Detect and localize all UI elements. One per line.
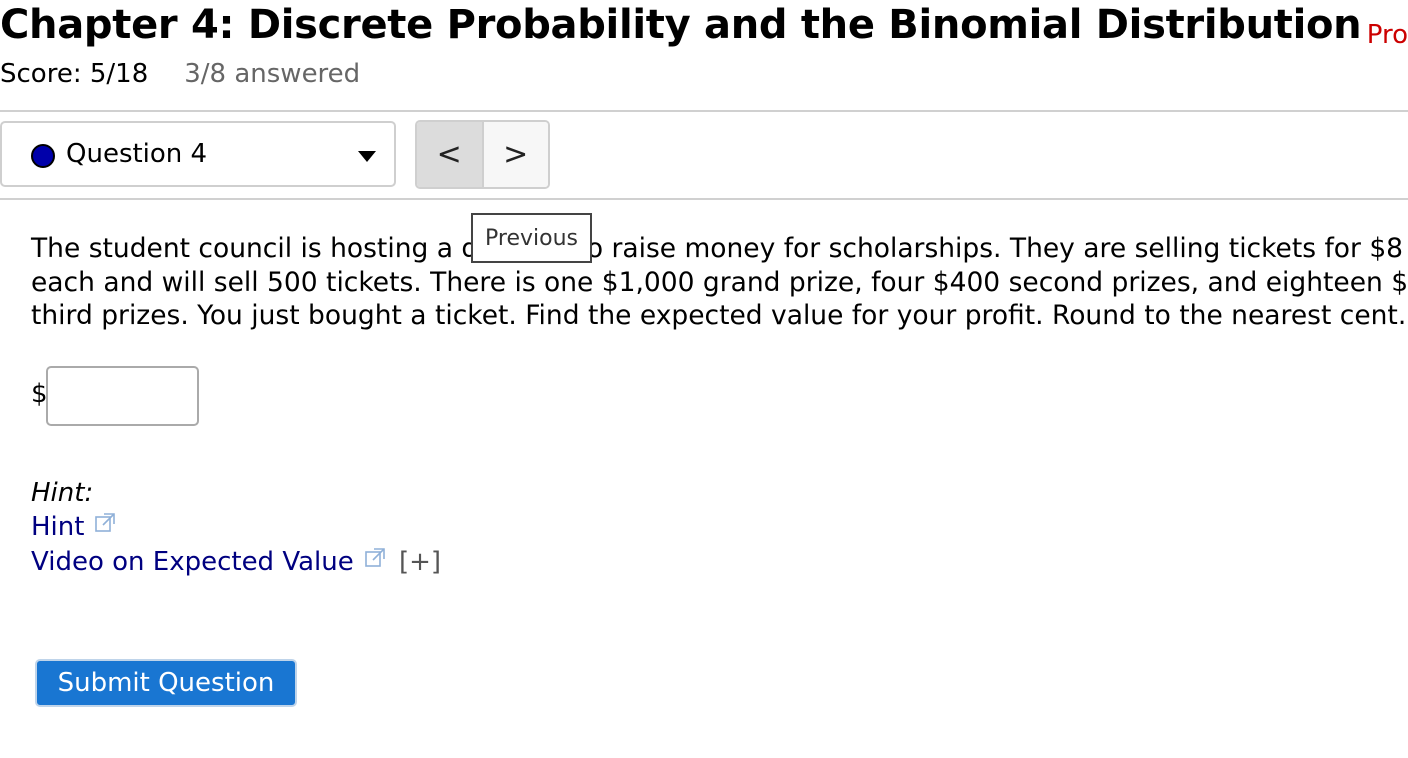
question-line: third prizes. You just bought a ticket. … bbox=[31, 300, 1407, 331]
previous-tooltip: Previous bbox=[471, 213, 592, 263]
divider-bottom bbox=[0, 198, 1408, 200]
chevron-left-icon: < bbox=[436, 137, 462, 172]
next-question-button[interactable]: > bbox=[483, 122, 548, 187]
external-link-icon bbox=[95, 513, 115, 532]
progress-link[interactable]: Pro bbox=[1367, 20, 1408, 50]
caret-down-icon bbox=[358, 151, 376, 162]
question-select-label: Question 4 bbox=[66, 139, 208, 169]
page-title: Chapter 4: Discrete Probability and the … bbox=[0, 2, 1362, 48]
expand-video-button[interactable]: [+] bbox=[399, 545, 441, 579]
question-line: The student council is hosting a drawing… bbox=[31, 233, 1404, 264]
video-link[interactable]: Video on Expected Value bbox=[31, 545, 354, 579]
question-nav-buttons: < > bbox=[415, 120, 550, 189]
question-status-dot bbox=[31, 144, 55, 168]
score-text: Score: 5/18 bbox=[0, 59, 149, 89]
hint-heading: Hint: bbox=[31, 478, 94, 508]
hint-link-label: Hint bbox=[31, 512, 85, 542]
external-link-icon bbox=[365, 548, 385, 567]
chevron-right-icon: > bbox=[503, 137, 529, 172]
question-select[interactable]: Question 4 bbox=[0, 121, 396, 187]
divider-top bbox=[0, 110, 1408, 112]
previous-question-button[interactable]: < bbox=[417, 122, 484, 187]
question-line: each and will sell 500 tickets. There is… bbox=[31, 266, 1408, 298]
answered-count: 3/8 answered bbox=[184, 59, 361, 89]
video-link-label: Video on Expected Value bbox=[31, 547, 354, 577]
question-text: The student council is hosting a drawing… bbox=[31, 232, 1408, 333]
hint-link[interactable]: Hint bbox=[31, 510, 84, 544]
score-line: Score: 5/18 3/8 answered bbox=[0, 56, 360, 92]
page: Chapter 4: Discrete Probability and the … bbox=[0, 0, 1408, 758]
submit-question-button[interactable]: Submit Question bbox=[35, 659, 297, 707]
answer-input[interactable] bbox=[46, 366, 199, 426]
